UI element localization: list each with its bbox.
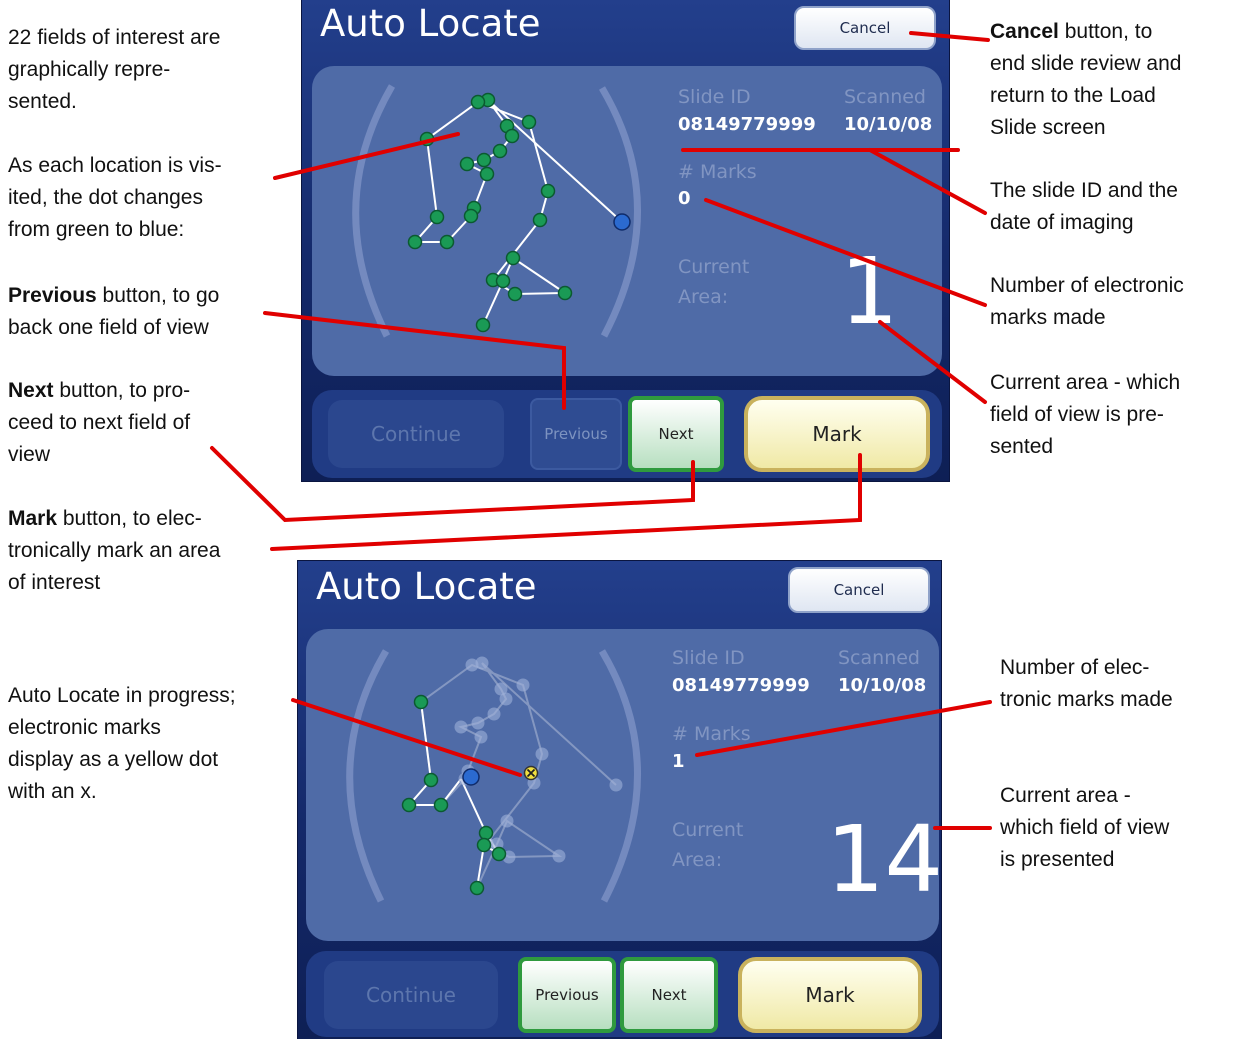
callout-line [909, 31, 990, 42]
callout-line [270, 453, 862, 551]
callout-line [695, 700, 992, 757]
callout-lines [210, 31, 992, 830]
callout-line [868, 148, 987, 215]
callout-line [210, 446, 695, 523]
callout-line [273, 132, 460, 180]
callout-line [704, 198, 987, 307]
callout-line [263, 311, 566, 410]
callout-line [291, 698, 522, 777]
callout-line [878, 320, 987, 404]
